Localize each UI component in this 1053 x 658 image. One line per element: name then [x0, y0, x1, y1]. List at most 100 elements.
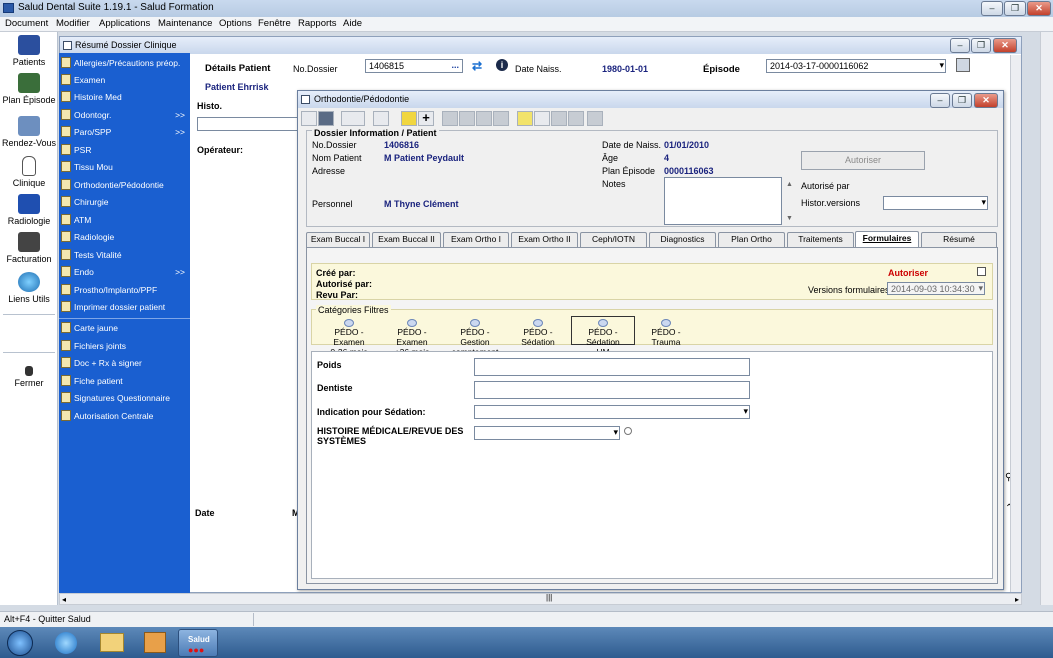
key-icon[interactable]: [517, 111, 533, 126]
sidebar-item-radiologie[interactable]: Radiologie: [59, 229, 190, 246]
nav-fermer[interactable]: Fermer: [0, 366, 58, 388]
nav-facturation[interactable]: Facturation: [0, 232, 58, 264]
app-vertical-scrollbar[interactable]: [1040, 32, 1053, 605]
start-button-icon[interactable]: [7, 630, 33, 656]
scroll-grip-icon[interactable]: |||: [546, 593, 552, 602]
info-icon[interactable]: i: [496, 59, 508, 71]
nav-liens-utils[interactable]: Liens Utils: [0, 272, 58, 304]
versions-formulaires-select[interactable]: 2014-09-03 10:34:30: [887, 282, 985, 295]
histoire-medicale-radio[interactable]: [624, 427, 632, 435]
dialog-minimize-button[interactable]: –: [930, 93, 950, 108]
nav-patients[interactable]: Patients: [0, 35, 58, 67]
histoire-medicale-select[interactable]: [474, 426, 620, 440]
sidebar-item-chirurgie[interactable]: Chirurgie: [59, 194, 190, 211]
main-vertical-scrollbar[interactable]: [1010, 55, 1021, 592]
minimize-button[interactable]: –: [981, 1, 1003, 16]
menu-document[interactable]: Document: [5, 18, 48, 29]
menu-maintenance[interactable]: Maintenance: [158, 18, 212, 29]
tool-a-icon[interactable]: [442, 111, 458, 126]
scroll-right-icon[interactable]: ▸: [1015, 595, 1019, 604]
attach-icon[interactable]: [587, 111, 603, 126]
tab-plan-ortho[interactable]: Plan Ortho: [718, 232, 785, 247]
sidebar-item-examen[interactable]: Examen: [59, 72, 190, 89]
sidebar-item-atm[interactable]: ATM: [59, 212, 190, 229]
tab-exam-buccal-2[interactable]: Exam Buccal II: [372, 232, 441, 247]
sidebar-item-imprimer[interactable]: Imprimer dossier patient: [59, 299, 190, 316]
sidebar-item-signatures[interactable]: Signatures Questionnaire: [59, 390, 190, 407]
category-trauma[interactable]: PÉDO - Trauma: [638, 319, 694, 347]
copy-icon[interactable]: [551, 111, 567, 126]
sidebar-item-psr[interactable]: PSR: [59, 142, 190, 159]
main-horizontal-scrollbar[interactable]: ◂ ||| ▸: [59, 593, 1022, 605]
sidebar-item-orthodontie[interactable]: Orthodontie/Pédodontie: [59, 177, 190, 194]
autoriser-link[interactable]: Autoriser: [888, 268, 928, 278]
tool-c-icon[interactable]: [476, 111, 492, 126]
episode-select[interactable]: 2014-03-17-0000116062: [766, 59, 946, 73]
add-icon[interactable]: +: [418, 111, 434, 126]
menu-applications[interactable]: Applications: [99, 18, 150, 29]
sidebar-item-prostho[interactable]: Prostho/Implanto/PPF: [59, 282, 190, 299]
sidebar-item-endo[interactable]: Endo >>: [59, 264, 190, 281]
sidebar-item-fichiers-joints[interactable]: Fichiers joints: [59, 338, 190, 355]
edit-icon[interactable]: [301, 111, 317, 126]
scroll-left-icon[interactable]: ◂: [62, 595, 66, 604]
indication-select[interactable]: [474, 405, 750, 419]
sidebar-item-odontogr[interactable]: Odontogr. >>: [59, 107, 190, 124]
sidebar-item-carte-jaune[interactable]: Carte jaune: [59, 320, 190, 337]
nav-clinique[interactable]: Clinique: [0, 156, 58, 188]
browser-icon[interactable]: [55, 632, 77, 654]
menu-aide[interactable]: Aide: [343, 18, 362, 29]
tab-diagnostics[interactable]: Diagnostics: [649, 232, 716, 247]
print-icon[interactable]: [341, 111, 365, 126]
tab-formulaires[interactable]: Formulaires: [855, 231, 919, 248]
main-restore-button[interactable]: ❐: [971, 38, 991, 53]
sidebar-item-autorisation[interactable]: Autorisation Centrale: [59, 408, 190, 425]
sidebar-item-histoire-med[interactable]: Histoire Med: [59, 89, 190, 106]
menu-modifier[interactable]: Modifier: [56, 18, 90, 29]
undo-icon[interactable]: [373, 111, 389, 126]
tab-traitements[interactable]: Traitements: [787, 232, 854, 247]
histo-input[interactable]: [197, 117, 300, 131]
tab-exam-buccal-1[interactable]: Exam Buccal I: [306, 232, 370, 247]
nav-plan-episode[interactable]: Plan Épisode: [0, 73, 58, 105]
category-sedation-hm[interactable]: PÉDO - SédationHM: [571, 316, 635, 357]
sidebar-item-fiche-patient[interactable]: Fiche patient: [59, 373, 190, 390]
poids-input[interactable]: [474, 358, 750, 376]
dialog-close-button[interactable]: ✕: [974, 93, 998, 108]
save-icon[interactable]: [318, 111, 334, 126]
notes-icon[interactable]: [401, 111, 417, 126]
notes-scroll-down-icon[interactable]: ▼: [786, 215, 793, 222]
sidebar-item-doc-rx[interactable]: Doc + Rx à signer: [59, 355, 190, 372]
tab-exam-ortho-1[interactable]: Exam Ortho I: [443, 232, 509, 247]
new-doc-icon[interactable]: [534, 111, 550, 126]
tool-b-icon[interactable]: [459, 111, 475, 126]
autoriser-checkbox[interactable]: [977, 267, 986, 276]
notes-textarea[interactable]: [664, 177, 782, 225]
sidebar-item-paro[interactable]: Paro/SPP >>: [59, 124, 190, 141]
refresh-icon[interactable]: ⇄: [472, 59, 482, 73]
main-close-button[interactable]: ✕: [993, 38, 1017, 53]
nav-radiologie[interactable]: Radiologie: [0, 194, 58, 226]
tab-ceph-iotn[interactable]: Ceph/IOTN: [580, 232, 647, 247]
histor-versions-select[interactable]: [883, 196, 988, 210]
taskbar-salud-button[interactable]: Salud ●●●: [178, 629, 218, 657]
folder-icon[interactable]: [100, 633, 124, 652]
main-minimize-button[interactable]: –: [950, 38, 970, 53]
tool-d-icon[interactable]: [493, 111, 509, 126]
no-dossier-input[interactable]: 1406815...: [365, 59, 463, 73]
menu-rapports[interactable]: Rapports: [298, 18, 337, 29]
dentiste-input[interactable]: [474, 381, 750, 399]
episode-tool-icon[interactable]: [956, 58, 970, 72]
notes-scroll-up-icon[interactable]: ▲: [786, 181, 793, 188]
category-sedation[interactable]: PÉDO - Sédation: [509, 319, 567, 347]
tab-exam-ortho-2[interactable]: Exam Ortho II: [511, 232, 578, 247]
media-player-icon[interactable]: [144, 632, 166, 653]
menu-options[interactable]: Options: [219, 18, 252, 29]
sidebar-item-tissu-mou[interactable]: Tissu Mou: [59, 159, 190, 176]
restore-button[interactable]: ❐: [1004, 1, 1026, 16]
menu-fenetre[interactable]: Fenêtre: [258, 18, 291, 29]
sidebar-item-tests-vitalite[interactable]: Tests Vitalité: [59, 247, 190, 264]
close-button[interactable]: ✕: [1027, 1, 1051, 16]
autoriser-button[interactable]: Autoriser: [801, 151, 925, 170]
sidebar-item-allergies[interactable]: Allergies/Précautions préop.: [59, 55, 190, 72]
